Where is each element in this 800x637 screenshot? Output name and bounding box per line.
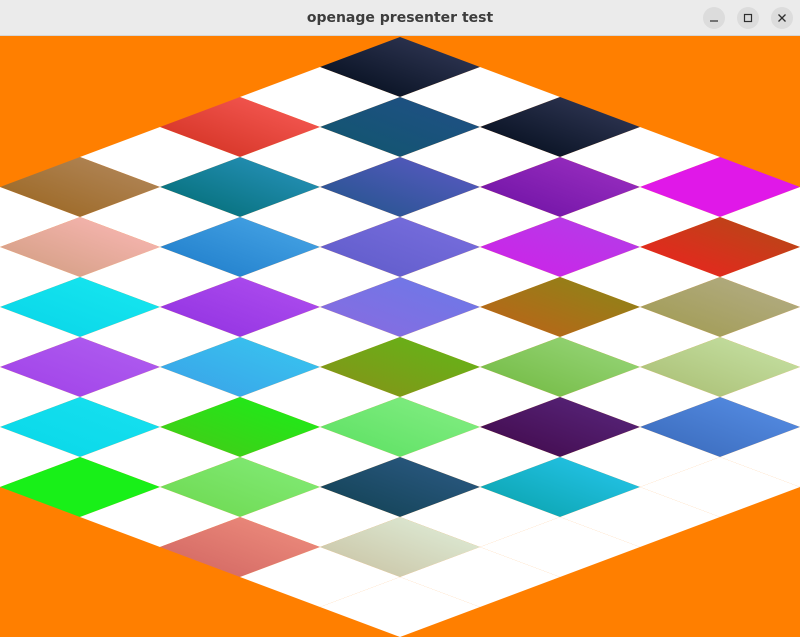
close-button[interactable] [771,7,793,29]
close-icon [777,13,787,23]
isometric-tile-grid [0,37,800,637]
window-title: openage presenter test [306,10,494,26]
minimize-button[interactable] [703,7,725,29]
maximize-button[interactable] [737,7,759,29]
app-window: openage presenter test [0,0,800,637]
render-canvas[interactable] [0,37,800,637]
title-bar[interactable]: openage presenter test [0,0,800,36]
maximize-icon [743,13,753,23]
minimize-icon [709,13,719,23]
